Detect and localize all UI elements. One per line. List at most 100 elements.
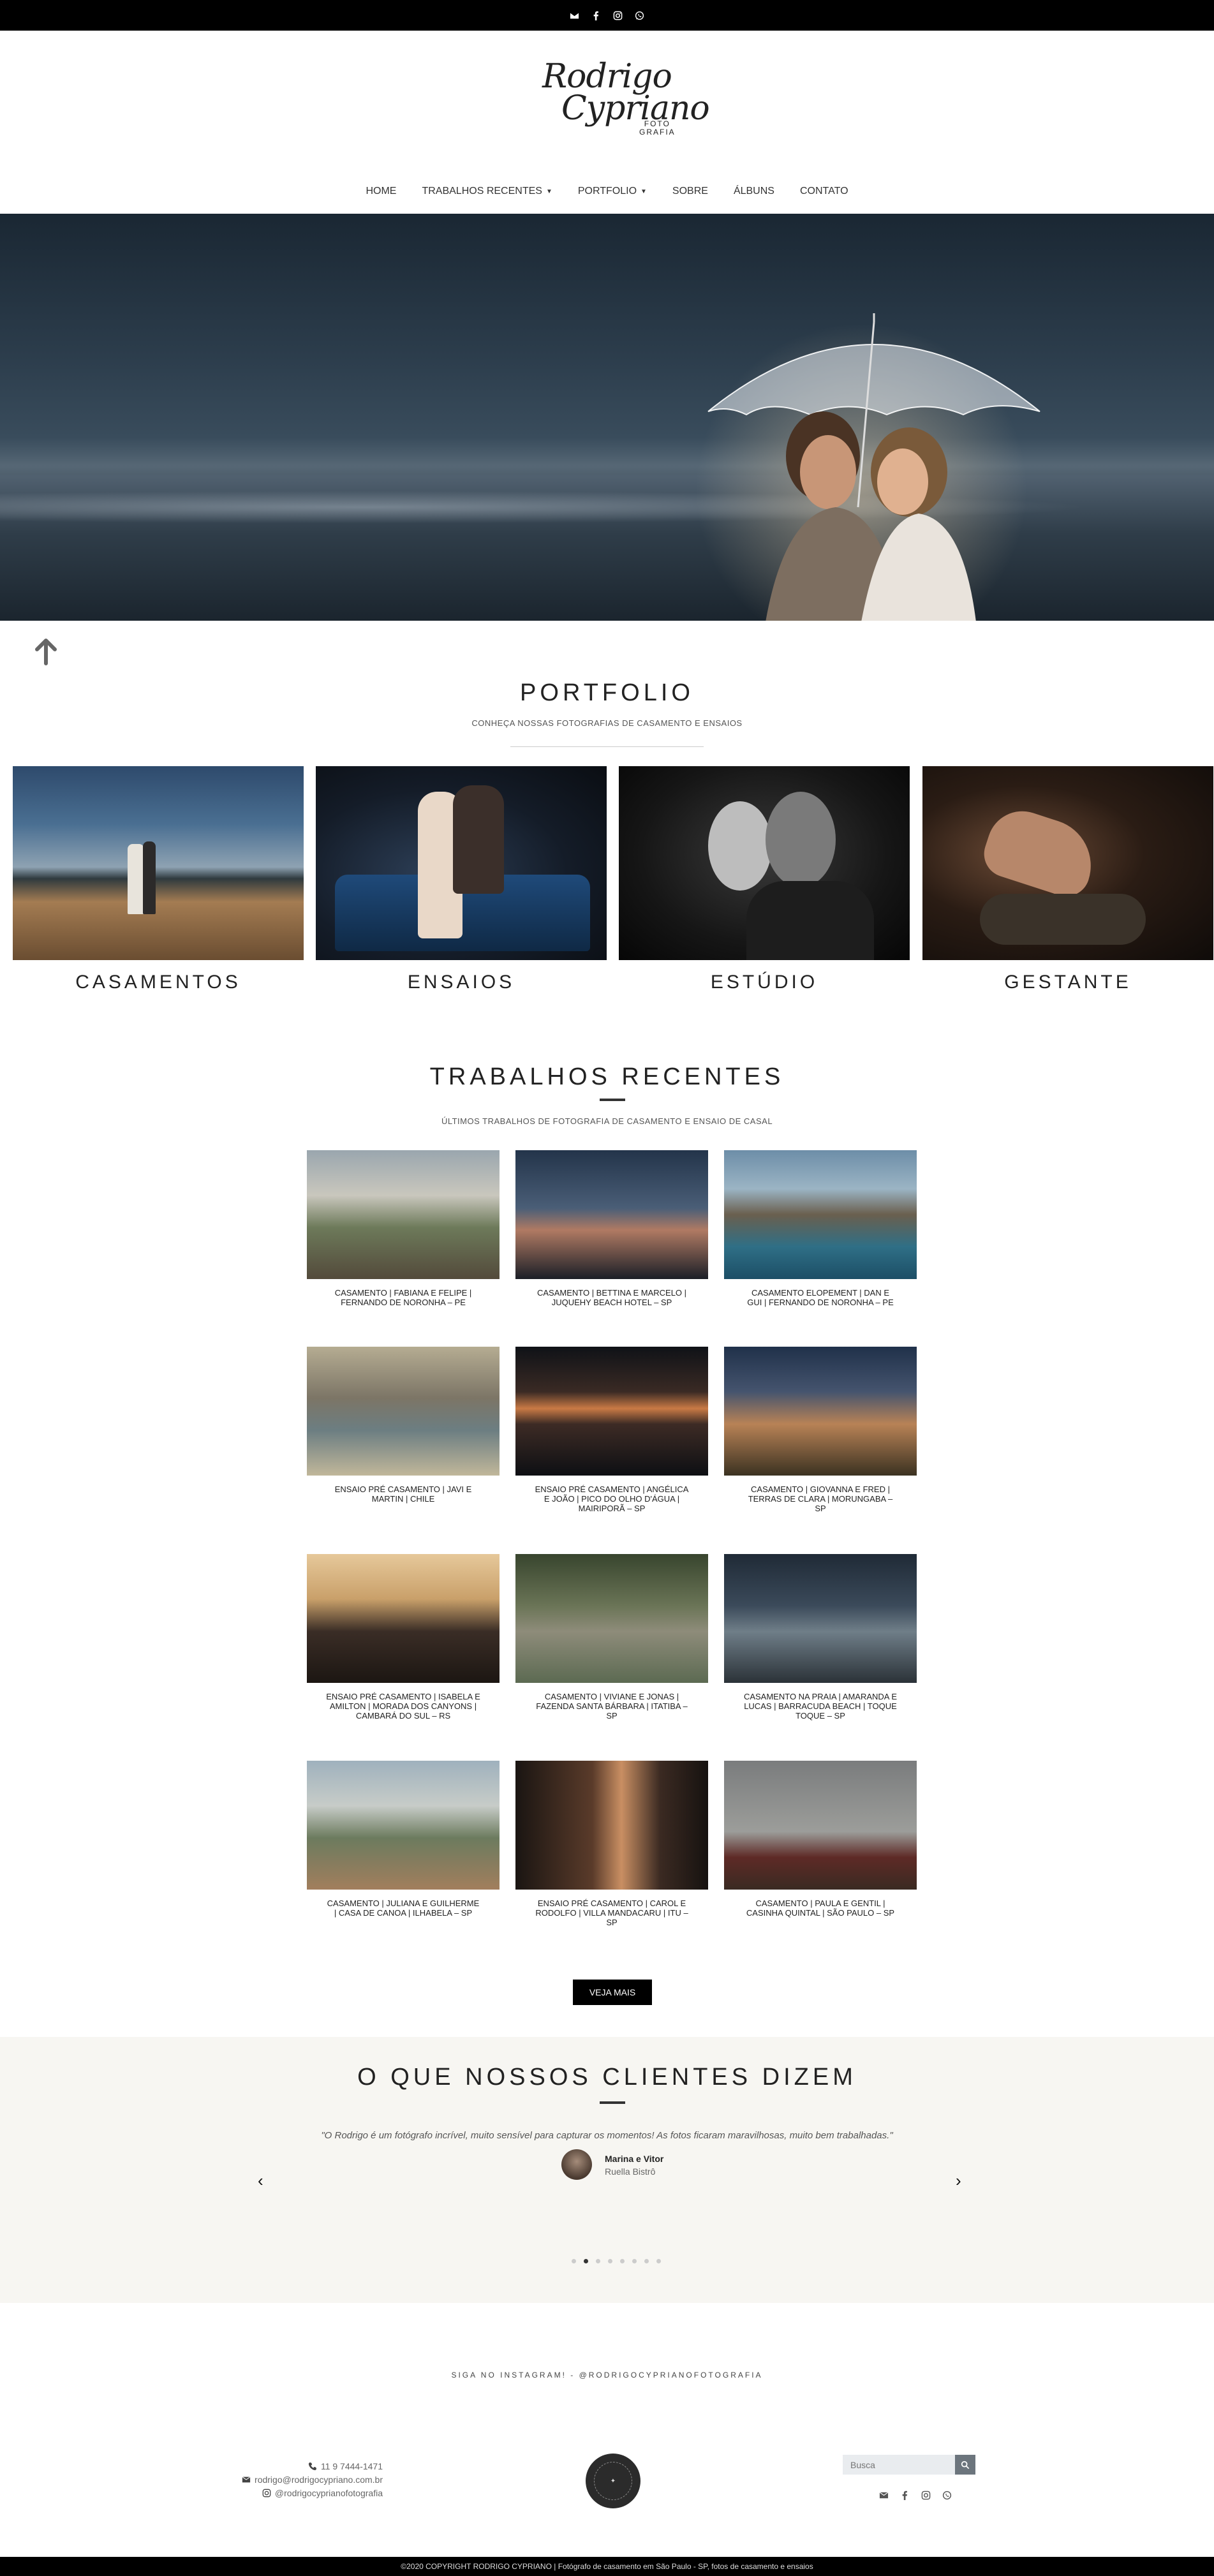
- testimonials-section: O QUE NOSSOS CLIENTES DIZEM "O Rodrigo é…: [0, 2037, 1214, 2303]
- testimonial-place: Ruella Bistrô: [605, 2166, 656, 2177]
- footer-contact: 11 9 7444-1471 rodrigo@rodrigocypriano.c…: [223, 2459, 383, 2499]
- recent-image: [724, 1761, 917, 1890]
- divider: [600, 2101, 625, 2104]
- testimonial-quote: "O Rodrigo é um fotógrafo incrível, muit…: [321, 2130, 893, 2141]
- portfolio-card-casamentos[interactable]: CASAMENTOS: [13, 766, 304, 993]
- recent-item[interactable]: CASAMENTO | VIVIANE E JONAS | FAZENDA SA…: [515, 1554, 708, 1721]
- recent-subtitle: ÚLTIMOS TRABALHOS DE FOTOGRAFIA DE CASAM…: [441, 1116, 773, 1126]
- nav-item-albuns[interactable]: ÁLBUNS: [734, 182, 774, 201]
- nav-item-home[interactable]: HOME: [366, 182, 396, 201]
- caret-down-icon: ▼: [640, 188, 647, 195]
- search-input[interactable]: [843, 2455, 955, 2475]
- nav-item-portfolio[interactable]: PORTFOLIO ▼: [578, 182, 647, 201]
- scroll-up-arrow-icon[interactable]: [33, 638, 59, 666]
- recent-item[interactable]: ENSAIO PRÉ CASAMENTO | ANGÉLICA E JOÃO |…: [515, 1347, 708, 1513]
- instagram-icon[interactable]: [612, 10, 624, 21]
- recent-item-label: CASAMENTO | BETTINA E MARCELO | JUQUEHY …: [537, 1288, 687, 1307]
- carousel-prev-icon[interactable]: ‹: [258, 2171, 263, 2191]
- brand-logo[interactable]: Rodrigo Cypriano FOTO GRAFIA: [542, 51, 710, 147]
- instagram-icon[interactable]: [921, 2491, 931, 2503]
- logo-line-2: Cypriano: [561, 89, 710, 128]
- portfolio-card-label: GESTANTE: [1004, 972, 1132, 993]
- caret-down-icon: ▼: [545, 188, 552, 195]
- recent-item[interactable]: CASAMENTO | GIOVANNA E FRED | TERRAS DE …: [724, 1347, 917, 1513]
- recent-item-label: ENSAIO PRÉ CASAMENTO | JAVI E MARTIN | C…: [334, 1484, 472, 1504]
- see-more-button[interactable]: VEJA MAIS: [573, 1980, 652, 2005]
- avatar: [561, 2149, 592, 2180]
- carousel-dot[interactable]: [620, 2259, 625, 2263]
- recent-item[interactable]: ENSAIO PRÉ CASAMENTO | ISABELA E AMILTON…: [307, 1554, 500, 1721]
- whatsapp-icon[interactable]: [942, 2491, 952, 2503]
- logo-line-3: FOTO GRAFIA: [639, 119, 676, 137]
- facebook-icon[interactable]: [900, 2491, 910, 2503]
- main-nav: HOME TRABALHOS RECENTES ▼ PORTFOLIO ▼ SOBR…: [0, 182, 1214, 201]
- footer-social: [879, 2491, 952, 2503]
- recent-image: [515, 1347, 708, 1476]
- recent-item-label: CASAMENTO | FABIANA E FELIPE | FERNANDO …: [334, 1288, 472, 1307]
- nav-item-sobre[interactable]: SOBRE: [672, 182, 708, 201]
- copyright-bar: ©2020 COPYRIGHT RODRIGO CYPRIANO | Fotóg…: [0, 2557, 1214, 2576]
- recent-item[interactable]: CASAMENTO | FABIANA E FELIPE | FERNANDO …: [307, 1150, 500, 1307]
- footer-instagram[interactable]: @rodrigocyprianofotografia: [275, 2488, 383, 2498]
- portfolio-image: [922, 766, 1213, 960]
- recent-item-label: ENSAIO PRÉ CASAMENTO | ISABELA E AMILTON…: [326, 1692, 480, 1721]
- nav-item-contato[interactable]: CONTATO: [800, 182, 848, 201]
- recent-image: [307, 1150, 500, 1279]
- carousel-dot[interactable]: [572, 2259, 576, 2263]
- nav-item-trabalhos-recentes[interactable]: TRABALHOS RECENTES ▼: [422, 182, 552, 201]
- recent-item[interactable]: CASAMENTO NA PRAIA | AMARANDA E LUCAS | …: [724, 1554, 917, 1721]
- portfolio-card-ensaios[interactable]: ENSAIOS: [316, 766, 607, 993]
- recent-title: TRABALHOS RECENTES: [429, 1063, 785, 1090]
- recent-item-label: CASAMENTO | GIOVANNA E FRED | TERRAS DE …: [748, 1484, 893, 1513]
- phone-icon: [308, 2462, 317, 2470]
- facebook-icon[interactable]: [591, 10, 602, 21]
- envelope-icon[interactable]: [569, 10, 581, 21]
- recent-item-label: CASAMENTO | VIVIANE E JONAS | FAZENDA SA…: [536, 1692, 688, 1721]
- carousel-dot[interactable]: [644, 2259, 649, 2263]
- envelope-icon[interactable]: [879, 2491, 889, 2503]
- footer-search: [843, 2455, 975, 2475]
- carousel-dot[interactable]: [608, 2259, 612, 2263]
- testimonials-title: O QUE NOSSOS CLIENTES DIZEM: [357, 2064, 857, 2091]
- portfolio-card-label: ESTÚDIO: [710, 972, 818, 993]
- recent-item[interactable]: ENSAIO PRÉ CASAMENTO | JAVI E MARTIN | C…: [307, 1347, 500, 1504]
- portfolio-card-label: CASAMENTOS: [75, 972, 241, 993]
- footer-phone[interactable]: 11 9 7444-1471: [321, 2461, 383, 2471]
- recent-image: [515, 1761, 708, 1890]
- recent-image: [307, 1554, 500, 1683]
- search-icon: [961, 2461, 970, 2469]
- carousel-dot[interactable]: [596, 2259, 600, 2263]
- recent-item[interactable]: CASAMENTO | JULIANA E GUILHERME | CASA D…: [307, 1761, 500, 1918]
- carousel-dots: [572, 2259, 661, 2263]
- search-button[interactable]: [955, 2455, 975, 2475]
- portfolio-image: [316, 766, 607, 960]
- carousel-next-icon[interactable]: ›: [956, 2171, 961, 2191]
- recent-item-label: CASAMENTO NA PRAIA | AMARANDA E LUCAS | …: [743, 1692, 898, 1721]
- recent-item-label: ENSAIO PRÉ CASAMENTO | ANGÉLICA E JOÃO |…: [535, 1484, 689, 1513]
- instagram-follow-text[interactable]: SIGA NO INSTAGRAM! - @RODRIGOCYPRIANOFOT…: [0, 2371, 1214, 2380]
- divider: [510, 746, 704, 747]
- recent-image: [515, 1150, 708, 1279]
- portfolio-title: PORTFOLIO: [520, 679, 694, 706]
- carousel-dot[interactable]: [632, 2259, 637, 2263]
- seal-emblem-icon: ✦: [594, 2462, 632, 2500]
- recent-item-label: CASAMENTO ELOPEMENT | DAN E GUI | FERNAN…: [747, 1288, 894, 1307]
- recent-image: [307, 1347, 500, 1476]
- portfolio-image: [619, 766, 910, 960]
- recent-item-label: CASAMENTO | JULIANA E GUILHERME | CASA D…: [327, 1899, 480, 1918]
- portfolio-subtitle: CONHEÇA NOSSAS FOTOGRAFIAS DE CASAMENTO …: [471, 718, 743, 728]
- recent-image: [724, 1150, 917, 1279]
- whatsapp-icon[interactable]: [634, 10, 646, 21]
- carousel-dot[interactable]: [656, 2259, 661, 2263]
- recent-item[interactable]: CASAMENTO | BETTINA E MARCELO | JUQUEHY …: [515, 1150, 708, 1307]
- recent-item-label: ENSAIO PRÉ CASAMENTO | CAROL E RODOLFO |…: [535, 1899, 688, 1927]
- portfolio-card-estudio[interactable]: ESTÚDIO: [619, 766, 910, 993]
- portfolio-card-gestante[interactable]: GESTANTE: [922, 766, 1213, 993]
- recent-item[interactable]: ENSAIO PRÉ CASAMENTO | CAROL E RODOLFO |…: [515, 1761, 708, 1927]
- divider: [600, 1099, 625, 1101]
- recent-item[interactable]: CASAMENTO ELOPEMENT | DAN E GUI | FERNAN…: [724, 1150, 917, 1307]
- carousel-dot[interactable]: [584, 2259, 588, 2263]
- portfolio-image: [13, 766, 304, 960]
- footer-email[interactable]: rodrigo@rodrigocypriano.com.br: [255, 2475, 383, 2485]
- recent-item[interactable]: CASAMENTO | PAULA E GENTIL | CASINHA QUI…: [724, 1761, 917, 1918]
